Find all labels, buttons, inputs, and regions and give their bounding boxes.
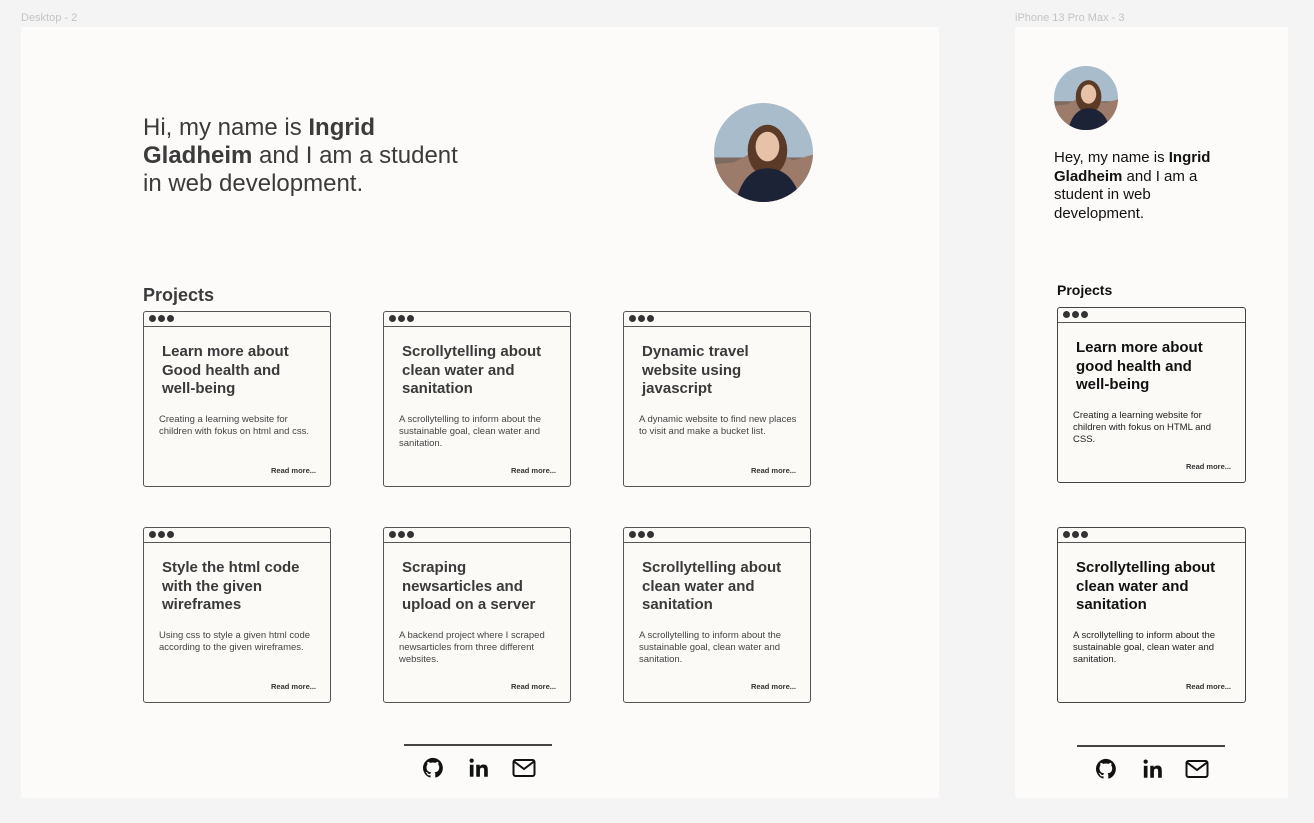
window-bar bbox=[144, 528, 330, 543]
read-more-link[interactable]: Read more... bbox=[751, 466, 796, 475]
read-more-link[interactable]: Read more... bbox=[271, 466, 316, 475]
linkedin-icon[interactable] bbox=[468, 757, 490, 779]
window-bar bbox=[624, 528, 810, 543]
card-description: Creating a learning website for children… bbox=[159, 414, 309, 437]
card-title: Scrollytelling about clean water and san… bbox=[1076, 559, 1216, 613]
project-card[interactable]: Scrollytelling about clean water and san… bbox=[383, 311, 571, 487]
mail-icon[interactable] bbox=[512, 757, 536, 779]
project-card[interactable]: Style the html code with the given wiref… bbox=[143, 527, 331, 703]
project-card[interactable]: Learn more about Good health and well-be… bbox=[143, 311, 331, 487]
card-description: A scrollytelling to inform about the sus… bbox=[1073, 630, 1216, 665]
github-icon[interactable] bbox=[422, 757, 444, 779]
card-title: Style the html code with the given wiref… bbox=[162, 559, 300, 613]
projects-heading: Projects bbox=[1057, 282, 1113, 298]
card-title: Scraping newsarticles and upload on a se… bbox=[402, 559, 536, 613]
mail-icon[interactable] bbox=[1185, 758, 1209, 780]
card-description: Using css to style a given html code acc… bbox=[159, 630, 311, 653]
read-more-link[interactable]: Read more... bbox=[271, 682, 316, 691]
footer-divider bbox=[1077, 745, 1225, 747]
linkedin-icon[interactable] bbox=[1142, 758, 1164, 780]
window-bar bbox=[624, 312, 810, 327]
card-title: Dynamic travel website using javascript bbox=[642, 343, 749, 397]
read-more-link[interactable]: Read more... bbox=[511, 466, 556, 475]
card-title: Scrollytelling about clean water and san… bbox=[402, 343, 542, 397]
intro-text: Hi, my name is Ingrid Gladheim and I am … bbox=[143, 114, 458, 197]
read-more-link[interactable]: Read more... bbox=[1186, 682, 1231, 691]
card-description: A scrollytelling to inform about the sus… bbox=[399, 414, 542, 449]
window-bar bbox=[1058, 308, 1245, 323]
mobile-frame-label: iPhone 13 Pro Max - 3 bbox=[1015, 12, 1125, 24]
desktop-frame: Hi, my name is Ingrid Gladheim and I am … bbox=[21, 27, 939, 798]
window-bar bbox=[1058, 528, 1245, 543]
intro-text: Hey, my name is Ingrid Gladheim and I am… bbox=[1054, 149, 1211, 222]
window-bar bbox=[144, 312, 330, 327]
profile-avatar bbox=[1054, 66, 1118, 130]
projects-heading: Projects bbox=[143, 285, 215, 305]
card-description: A dynamic website to find new places to … bbox=[639, 414, 797, 437]
card-title: Scrollytelling about clean water and san… bbox=[642, 559, 782, 613]
profile-avatar bbox=[714, 103, 813, 202]
card-description: A backend project where I scraped newsar… bbox=[399, 630, 545, 665]
desktop-frame-label: Desktop - 2 bbox=[21, 12, 78, 24]
card-description: A scrollytelling to inform about the sus… bbox=[639, 630, 782, 665]
project-card[interactable]: Dynamic travel website using javascript … bbox=[623, 311, 811, 487]
card-description: Creating a learning website for children… bbox=[1073, 410, 1211, 445]
read-more-link[interactable]: Read more... bbox=[511, 682, 556, 691]
project-card[interactable]: Scrollytelling about clean water and san… bbox=[1057, 527, 1246, 703]
read-more-link[interactable]: Read more... bbox=[1186, 462, 1231, 471]
project-card[interactable]: Scrollytelling about clean water and san… bbox=[623, 527, 811, 703]
footer-divider bbox=[404, 744, 552, 746]
window-bar bbox=[384, 312, 570, 327]
project-card[interactable]: Scraping newsarticles and upload on a se… bbox=[383, 527, 571, 703]
card-title: Learn more about Good health and well-be… bbox=[162, 343, 289, 397]
github-icon[interactable] bbox=[1095, 758, 1117, 780]
card-title: Learn more about good health and well-be… bbox=[1076, 339, 1203, 393]
project-card[interactable]: Learn more about good health and well-be… bbox=[1057, 307, 1246, 483]
read-more-link[interactable]: Read more... bbox=[751, 682, 796, 691]
mobile-frame: Hey, my name is Ingrid Gladheim and I am… bbox=[1015, 27, 1288, 798]
window-bar bbox=[384, 528, 570, 543]
